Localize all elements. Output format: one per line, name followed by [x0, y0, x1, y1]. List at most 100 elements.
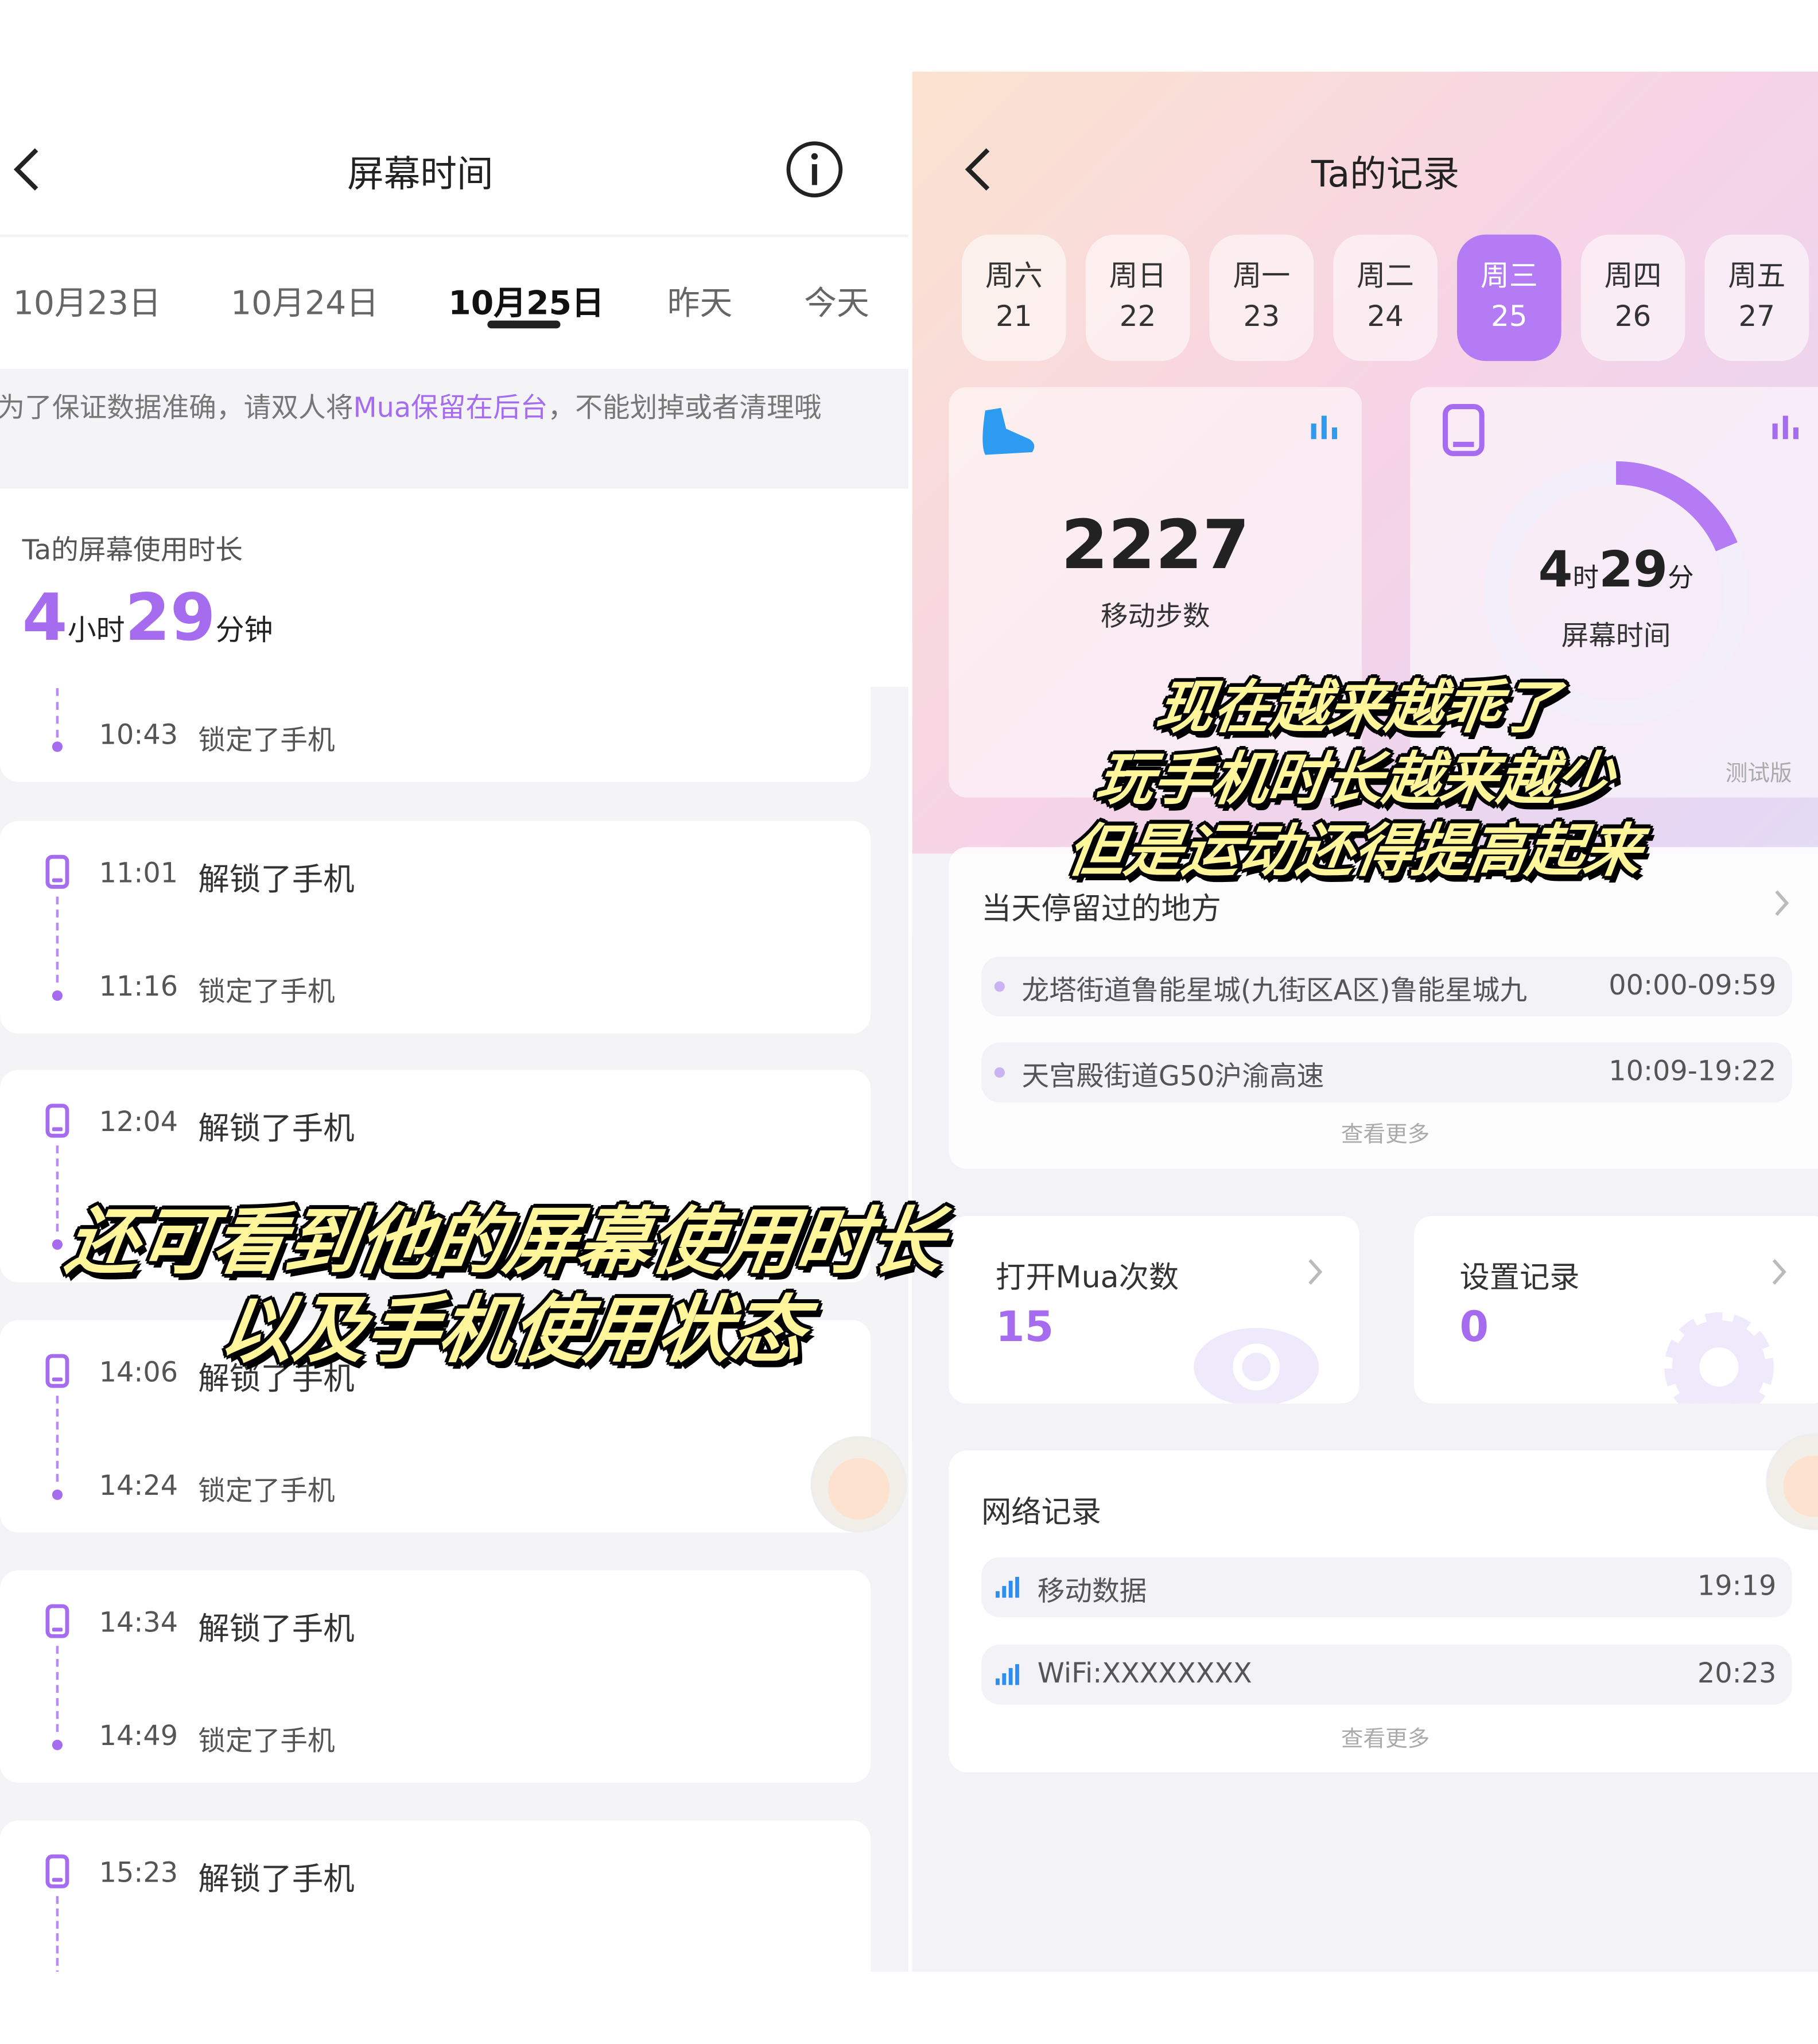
lock-time: 14:49 — [99, 1720, 178, 1752]
place-name: 天宫殿街道G50沪渝高速 — [1021, 1060, 1324, 1093]
chevron-right-icon[interactable] — [1306, 1258, 1324, 1287]
day-pill[interactable]: 周五 27 — [1704, 234, 1809, 362]
place-time: 10:09-19:22 — [1609, 1055, 1777, 1087]
page-title: 屏幕时间 — [347, 152, 494, 196]
mua-value: 15 — [996, 1301, 1054, 1352]
timeline-entry: 10:43 锁定了手机 — [0, 665, 871, 782]
usage-value: 4小时29分钟 — [22, 580, 273, 656]
day-weekday: 周一 — [1233, 261, 1291, 293]
timeline-entry: 14:34 解锁了手机 14:49 锁定了手机 — [0, 1570, 871, 1783]
steps-label: 移动步数 — [1100, 600, 1210, 632]
floating-avatar[interactable] — [810, 1436, 907, 1533]
screen-time-label: 屏幕时间 — [1561, 620, 1671, 652]
network-time: 20:23 — [1697, 1657, 1777, 1689]
info-icon[interactable] — [784, 139, 844, 199]
network-title: 网络记录 — [981, 1496, 1101, 1530]
day-pill[interactable]: 周一 23 — [1209, 234, 1314, 362]
screen-minutes-unit: 分 — [1668, 561, 1694, 593]
tab-yesterday[interactable]: 昨天 — [667, 278, 733, 325]
chevron-right-icon[interactable] — [1770, 1258, 1788, 1287]
day-date: 25 — [1491, 301, 1528, 334]
mua-opens-card[interactable]: 打开Mua次数 15 — [949, 1215, 1359, 1404]
beta-label: 测试版 — [1725, 761, 1792, 787]
place-name: 龙塔街道鲁能星城(九街区A区)鲁能星城九 — [1021, 974, 1528, 1007]
lock-time: 10:43 — [99, 719, 178, 751]
signal-icon — [996, 1664, 1019, 1685]
day-pill[interactable]: 周四 26 — [1580, 234, 1685, 362]
unlock-event: 解锁了手机 — [198, 1110, 355, 1147]
unlock-time: 12:04 — [99, 1106, 178, 1138]
network-time: 19:19 — [1697, 1570, 1777, 1602]
place-row[interactable]: 龙塔街道鲁能星城(九街区A区)鲁能星城九 00:00-09:59 — [981, 956, 1792, 1017]
bar-chart-icon[interactable] — [1770, 413, 1801, 440]
day-date: 22 — [1119, 301, 1156, 334]
timeline-entry: 11:01 解锁了手机 11:16 锁定了手机 — [0, 821, 871, 1033]
day-date: 27 — [1738, 301, 1776, 334]
settings-value: 0 — [1459, 1301, 1489, 1352]
tab-today[interactable]: 今天 — [804, 278, 869, 325]
settings-title: 设置记录 — [1459, 1261, 1580, 1296]
day-pill[interactable]: 周日 22 — [1085, 234, 1190, 362]
notice-text: 为了保证数据准确，请双人将Mua保留在后台，不能划掉或者清理哦 — [0, 388, 884, 429]
network-row[interactable]: WiFi:XXXXXXXX 20:23 — [981, 1645, 1792, 1705]
eye-icon — [1194, 1328, 1319, 1404]
usage-hours: 4 — [22, 580, 68, 656]
tab-oct25[interactable]: 10月25日 — [448, 278, 604, 325]
tab-oct23[interactable]: 10月23日 — [13, 278, 161, 325]
caption-line: 现在越来越乖了 — [1152, 675, 1563, 742]
lock-event: 锁定了手机 — [198, 1725, 335, 1757]
tab-oct24[interactable]: 10月24日 — [231, 278, 379, 325]
network-name: WiFi:XXXXXXXX — [1037, 1657, 1252, 1689]
page-title: Ta的记录 — [1311, 152, 1460, 196]
network-card: 网络记录 移动数据 19:19 WiFi:XXXXXXXX 20:23 查看更多 — [949, 1450, 1818, 1773]
screen-minutes: 29 — [1599, 541, 1668, 599]
unlock-time: 14:34 — [99, 1607, 178, 1638]
active-tab-indicator — [487, 320, 561, 329]
lock-event: 锁定了手机 — [198, 1475, 335, 1507]
places-more-link[interactable]: 查看更多 — [949, 1116, 1818, 1148]
phone-icon — [45, 1854, 69, 1888]
unlock-event: 解锁了手机 — [198, 861, 355, 898]
lock-event: 锁定了手机 — [198, 976, 335, 1008]
day-date: 24 — [1367, 301, 1404, 334]
usage-label: Ta的屏幕使用时长 — [22, 534, 243, 566]
unlock-time: 15:23 — [99, 1857, 178, 1888]
places-card: 当天停留过的地方 龙塔街道鲁能星城(九街区A区)鲁能星城九 00:00-09:59… — [949, 847, 1818, 1169]
gear-icon — [1664, 1312, 1774, 1404]
records-panel: Ta的记录 周六 21 周日 22 周一 23 周二 24 周三 25 周四 26 周五 27 2227 … — [912, 71, 1818, 1972]
day-date: 23 — [1243, 301, 1280, 334]
timeline-entry: 15:23 解锁了手机 — [0, 1820, 871, 1972]
unlock-time: 11:01 — [99, 857, 178, 889]
place-time: 00:00-09:59 — [1609, 969, 1777, 1001]
shoe-icon — [982, 407, 1035, 455]
network-more-link[interactable]: 查看更多 — [949, 1720, 1818, 1752]
lock-event: 锁定了手机 — [198, 724, 335, 756]
network-name: 移动数据 — [1037, 1575, 1147, 1607]
phone-icon — [1442, 404, 1485, 456]
chevron-right-icon[interactable] — [1773, 889, 1791, 918]
notice-before: 为了保证数据准确，请双人将 — [0, 392, 354, 424]
places-title: 当天停留过的地方 — [981, 892, 1221, 927]
usage-hours-unit: 小时 — [67, 615, 125, 648]
bar-chart-icon[interactable] — [1308, 413, 1340, 440]
day-pill[interactable]: 周三 25 — [1456, 234, 1561, 362]
settings-record-card[interactable]: 设置记录 0 — [1414, 1215, 1818, 1404]
unlock-event: 解锁了手机 — [198, 1860, 355, 1898]
place-row[interactable]: 天宫殿街道G50沪渝高速 10:09-19:22 — [981, 1042, 1792, 1103]
caption-line: 以及手机使用状态 — [215, 1289, 811, 1374]
usage-summary: Ta的屏幕使用时长 4小时29分钟 — [0, 488, 908, 687]
network-row[interactable]: 移动数据 19:19 — [981, 1557, 1792, 1618]
notice-highlight: Mua保留在后台 — [353, 392, 548, 424]
day-weekday: 周二 — [1357, 261, 1415, 293]
lock-time: 14:24 — [99, 1470, 178, 1502]
screen-time-value: 4时29分 — [1410, 541, 1818, 598]
usage-minutes-unit: 分钟 — [215, 615, 273, 648]
phone-icon — [45, 1604, 69, 1638]
day-weekday: 周五 — [1728, 261, 1786, 293]
notice-after: ，不能划掉或者清理哦 — [547, 392, 822, 424]
phone-icon — [45, 1103, 69, 1138]
day-pill[interactable]: 周六 21 — [961, 234, 1066, 362]
screen-hours-unit: 时 — [1572, 561, 1599, 593]
day-weekday: 周四 — [1604, 261, 1662, 293]
day-pill[interactable]: 周二 24 — [1333, 234, 1438, 362]
